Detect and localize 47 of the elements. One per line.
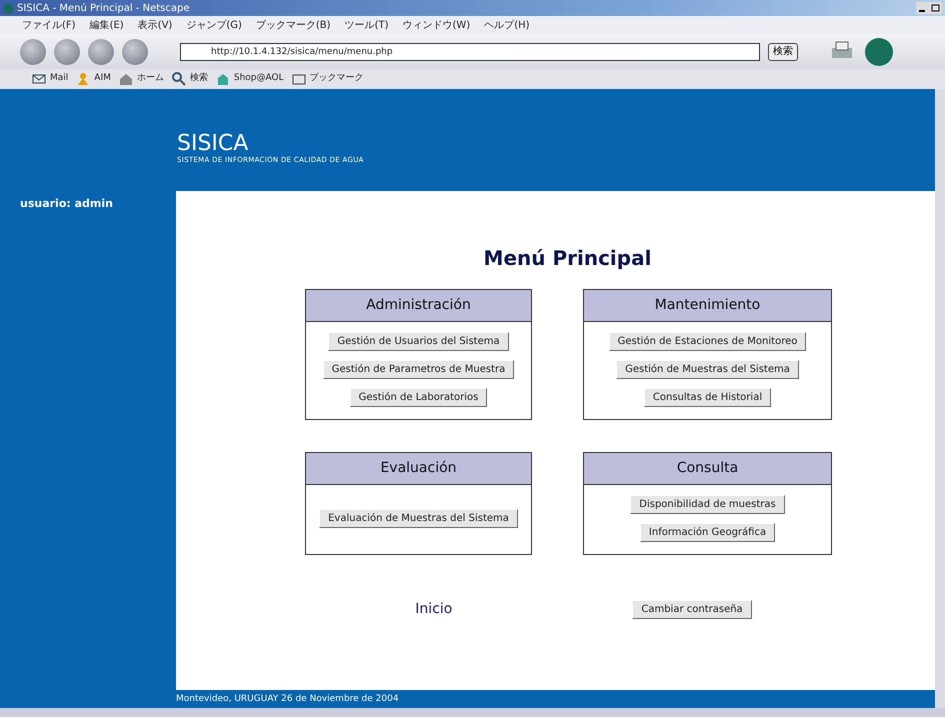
menu-item[interactable]: ブックマーク(B) bbox=[256, 18, 331, 32]
menu-button[interactable]: Disponibilidad de muestras bbox=[630, 495, 785, 514]
menu-item[interactable]: ジャンプ(G) bbox=[186, 18, 242, 32]
panel-header: Administración bbox=[306, 290, 531, 322]
menu-button[interactable]: Gestión de Parametros de Muestra bbox=[322, 360, 514, 379]
bookmark-link[interactable]: 検索 bbox=[190, 72, 208, 86]
bookmark-link[interactable]: Shop@AOL bbox=[234, 72, 284, 86]
menu-item[interactable]: ツール(T) bbox=[344, 18, 388, 32]
address-field[interactable]: http://10.1.4.132/sisica/menu/menu.php bbox=[180, 42, 760, 60]
page-title: Menú Principal bbox=[484, 245, 652, 272]
user-label: usuario: admin bbox=[20, 197, 113, 210]
site-title: SISICA bbox=[177, 133, 250, 155]
panel-header: Mantenimiento bbox=[584, 290, 831, 322]
bookmark-link[interactable]: ホーム bbox=[136, 72, 164, 86]
home-link[interactable]: Inicio bbox=[415, 599, 452, 620]
bookmark-link[interactable]: AIM bbox=[94, 72, 111, 86]
change-password-button[interactable]: Cambiar contraseña bbox=[632, 600, 752, 619]
maximize-icon[interactable] bbox=[929, 2, 942, 14]
menu-button[interactable]: Consultas de Historial bbox=[644, 388, 772, 407]
forward-button[interactable] bbox=[54, 38, 80, 64]
menu-item[interactable]: ウィンドウ(W) bbox=[402, 18, 470, 32]
menu-item[interactable]: ファイル(F) bbox=[22, 18, 76, 32]
bookmark-link[interactable]: Mail bbox=[50, 72, 68, 86]
back-button[interactable] bbox=[20, 38, 46, 64]
window-title: SISICA - Menú Principal - Netscape bbox=[17, 2, 190, 16]
menu-item[interactable]: ヘルプ(H) bbox=[484, 18, 530, 32]
netscape-logo-icon[interactable] bbox=[864, 36, 894, 66]
panel-header: Consulta bbox=[584, 453, 831, 485]
menu-button[interactable]: Gestión de Estaciones de Monitoreo bbox=[608, 332, 806, 351]
search-button[interactable]: 検索 bbox=[768, 42, 798, 60]
bookmark-link[interactable]: ブックマーク bbox=[310, 72, 364, 86]
menu-button[interactable]: Gestión de Usuarios del Sistema bbox=[328, 332, 509, 351]
minimize-icon[interactable] bbox=[916, 2, 929, 14]
menu-item[interactable]: 編集(E) bbox=[90, 18, 124, 32]
menu-button[interactable]: Evaluación de Muestras del Sistema bbox=[319, 509, 518, 528]
search-icon[interactable] bbox=[172, 72, 186, 86]
menu-button[interactable]: Gestión de Laboratorios bbox=[350, 388, 488, 407]
envelope-icon[interactable] bbox=[32, 72, 46, 86]
stop-button[interactable] bbox=[122, 38, 148, 64]
footer-text: Montevideo, URUGUAY 26 de Noviembre de 2004 bbox=[176, 694, 399, 704]
menu-button[interactable]: Gestión de Muestras del Sistema bbox=[616, 360, 799, 379]
menu-item[interactable]: 表示(V) bbox=[138, 18, 172, 32]
panel-header: Evaluación bbox=[306, 453, 531, 485]
folder-icon[interactable] bbox=[292, 72, 306, 86]
netscape-icon bbox=[3, 2, 14, 14]
menu-button[interactable]: Información Geográfica bbox=[640, 523, 776, 542]
reload-button[interactable] bbox=[88, 38, 114, 64]
